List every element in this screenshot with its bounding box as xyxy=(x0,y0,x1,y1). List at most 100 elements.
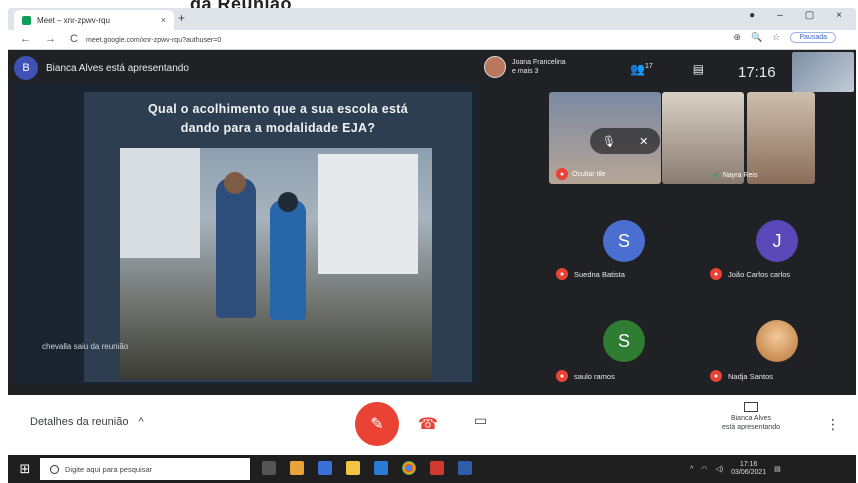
tile3-label: Nayra Reis xyxy=(722,172,758,179)
taskbar-search[interactable]: Digite aqui para pesquisar xyxy=(40,458,250,480)
powerpoint-icon[interactable] xyxy=(430,461,444,475)
pinned-avatar xyxy=(484,56,506,78)
muted-icon: ● xyxy=(710,370,722,382)
left-meeting-notice: chevalla saiu da reunião xyxy=(42,342,129,351)
participant-name: João Carlos carlos xyxy=(728,269,791,279)
more-options-button[interactable]: ⋮ xyxy=(826,416,840,433)
chat-icon[interactable]: ▤ xyxy=(693,62,704,76)
url-field[interactable]: meet.google.com/xnr-zpwv-rqu?authuser=0 xyxy=(86,33,326,47)
muted-icon: ● xyxy=(710,268,722,280)
mic-icon[interactable]: 🎙 xyxy=(602,135,616,148)
close-window-icon[interactable]: × xyxy=(836,10,842,21)
slide-title-line2: dando para a modalidade EJA? xyxy=(180,121,376,135)
minimize-icon[interactable]: – xyxy=(777,10,783,21)
phone-hangup-icon: ☎ xyxy=(418,416,438,433)
tab-title: Meet – xnr-zpwv-rqu xyxy=(37,15,110,25)
tray-clock[interactable]: 17:16 03/06/2021 xyxy=(731,461,766,477)
photo-person-left xyxy=(216,178,256,318)
tile1-label: Ocultar tile xyxy=(572,170,606,178)
cortana-circle-icon xyxy=(50,464,59,474)
participant-label: ● Nadja Santos xyxy=(710,370,773,382)
profile-button[interactable]: Pausada xyxy=(790,32,836,43)
address-right-icons: ⊕ 🔍 ☆ Pausada xyxy=(734,32,836,43)
pin-icon[interactable]: ✕ xyxy=(639,135,648,148)
present-screen-icon xyxy=(744,402,758,412)
camera-icon: ▭ xyxy=(474,412,488,428)
meet-top-icons: 👥17 ▤ xyxy=(630,62,704,76)
bookmark-star-icon[interactable]: ☆ xyxy=(772,32,780,43)
present-line1: Bianca Alves xyxy=(730,415,772,422)
tab-close-icon[interactable]: × xyxy=(161,15,166,25)
participant-avatar: J xyxy=(756,220,798,262)
participant-name: Suedna Batista xyxy=(574,269,625,279)
pinned-more: e mais 3 xyxy=(512,68,539,75)
photo-person-right xyxy=(270,200,306,320)
pinned-text: Joana Francelina e mais 3 xyxy=(512,58,566,76)
store-icon[interactable] xyxy=(346,461,360,475)
participant-label: ● João Carlos carlos xyxy=(710,268,790,280)
photo-person-right-head xyxy=(278,192,298,212)
browser-tab[interactable]: Meet – xnr-zpwv-rqu × xyxy=(14,10,174,30)
meeting-details-button[interactable]: Detalhes da reunião ^ xyxy=(30,416,144,428)
tray-time: 17:16 xyxy=(739,461,758,468)
presenter-status: Bianca Alves está apresentando xyxy=(46,62,189,74)
network-icon[interactable]: ◠ xyxy=(701,465,707,473)
edge-icon[interactable] xyxy=(374,461,388,475)
mic-off-icon: ✎ xyxy=(370,416,384,433)
participant-photo-avatar xyxy=(756,320,798,362)
photo-wall xyxy=(120,148,200,258)
participant-name: Nadja Santos xyxy=(728,371,774,381)
word-icon[interactable] xyxy=(458,461,472,475)
people-icon[interactable]: 👥17 xyxy=(630,62,653,76)
muted-icon: ● xyxy=(556,168,568,180)
maximize-icon[interactable]: ▢ xyxy=(805,10,814,21)
muted-icon: ● xyxy=(556,268,568,280)
meeting-details-label: Detalhes da reunião xyxy=(30,416,129,428)
slide-title-line1: Qual o acolhimento que a sua escola está xyxy=(148,102,408,116)
record-icon[interactable]: ● xyxy=(749,10,755,21)
presenter-avatar: B xyxy=(14,56,38,80)
task-view-icon[interactable] xyxy=(262,461,276,475)
hang-up-button[interactable]: ☎ xyxy=(418,414,438,434)
system-tray: ^ ◠ ◁) 17:16 03/06/2021 ▤ xyxy=(690,461,781,477)
camera-button[interactable]: ▭ xyxy=(474,412,487,429)
muted-icon: ● xyxy=(556,370,568,382)
back-icon[interactable]: ← xyxy=(20,33,31,45)
forward-icon[interactable]: → xyxy=(45,33,56,45)
people-count: 17 xyxy=(644,63,653,70)
notification-icon[interactable]: ▤ xyxy=(774,465,781,473)
participant-label: ● Suedna Batista xyxy=(556,268,625,280)
mic-off-button[interactable]: ✎ xyxy=(355,402,399,446)
reload-icon[interactable]: C xyxy=(70,33,78,45)
photo-person-left-head xyxy=(224,172,246,194)
presenter-bar: B Bianca Alves está apresentando xyxy=(14,54,189,82)
self-view-thumbnail[interactable] xyxy=(792,52,854,92)
taskbar-apps xyxy=(262,461,472,475)
chevron-up-icon: ^ xyxy=(138,416,144,428)
mail-icon[interactable] xyxy=(318,461,332,475)
participant-avatar: S xyxy=(603,220,645,262)
pinned-name: Joana Francelina xyxy=(512,59,566,66)
camera-permission-icon[interactable]: ⊕ xyxy=(734,32,742,43)
slide-title: Qual o acolhimento que a sua escola está… xyxy=(100,100,456,138)
start-button[interactable]: ⊞ xyxy=(14,459,36,479)
search-placeholder: Digite aqui para pesquisar xyxy=(65,464,153,474)
chrome-icon[interactable] xyxy=(402,461,416,475)
participant-label: ● saulo ramos xyxy=(556,370,615,382)
file-explorer-icon[interactable] xyxy=(290,461,304,475)
photo-board xyxy=(318,154,418,274)
meeting-clock: 17:16 xyxy=(738,64,776,81)
zoom-icon[interactable]: 🔍 xyxy=(751,32,762,43)
tile3-label-wrap: ◂| Nayra Reis xyxy=(712,170,757,181)
new-tab-button[interactable]: + xyxy=(178,11,185,25)
tile1-label-wrap: ● Ocultar tile xyxy=(556,168,605,180)
present-line2: está apresentando xyxy=(722,424,780,431)
pinned-participants[interactable]: Joana Francelina e mais 3 xyxy=(484,56,566,78)
presenting-status-button[interactable]: Bianca Alves está apresentando xyxy=(696,402,806,432)
tile-controls: 🎙 ✕ xyxy=(590,128,660,154)
meet-favicon-icon xyxy=(22,15,31,25)
tray-arrow-icon[interactable]: ^ xyxy=(690,466,693,473)
participant-avatar: S xyxy=(603,320,645,362)
volume-icon[interactable]: ◁) xyxy=(715,465,723,473)
slide-photo xyxy=(120,148,432,380)
